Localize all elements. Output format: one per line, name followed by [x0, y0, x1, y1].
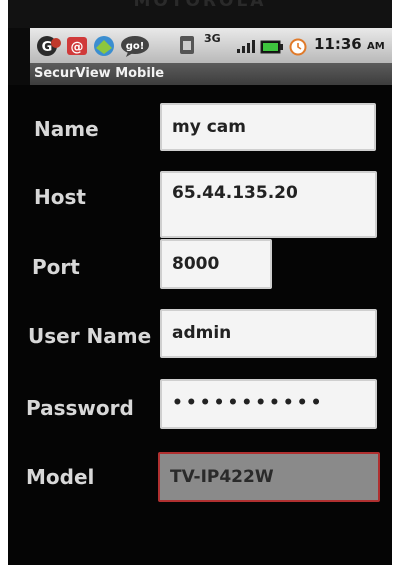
camera-settings-form: Name my cam Host 65.44.135.20 Port 8000 … — [8, 85, 392, 565]
device-brand: MOTOROLA — [133, 0, 267, 11]
port-field[interactable]: 8000 — [160, 239, 272, 289]
model-label: Model — [26, 465, 95, 489]
network-type: 3G — [204, 32, 221, 45]
model-select[interactable]: TV-IP422W — [158, 452, 380, 502]
host-field[interactable]: 65.44.135.20 — [160, 171, 377, 238]
market-icon — [92, 35, 116, 61]
port-label: Port — [32, 255, 80, 279]
talk-icon: go! — [120, 35, 150, 61]
sim-card-icon — [178, 35, 196, 59]
name-label: Name — [34, 117, 99, 141]
password-field[interactable]: ••••••••••• — [160, 379, 377, 429]
password-label: Password — [26, 396, 134, 420]
app-title: SecurView Mobile — [34, 66, 165, 81]
app-title-bar: SecurView Mobile — [30, 63, 392, 85]
phone-screen: MOTOROLA G @ go! 3G 11:36 AM SecurView M… — [8, 0, 392, 565]
status-bar[interactable]: G @ go! 3G 11:36 AM — [30, 28, 392, 63]
alarm-clock-icon — [288, 36, 308, 60]
username-label: User Name — [28, 324, 152, 348]
name-field[interactable]: my cam — [160, 103, 376, 151]
clock-time: 11:36 — [314, 35, 362, 53]
username-field[interactable]: admin — [160, 309, 377, 358]
clock: 11:36 AM — [314, 35, 385, 53]
gmail-icon: G — [36, 35, 62, 61]
device-bezel: MOTOROLA — [8, 0, 392, 28]
clock-ampm: AM — [366, 41, 385, 52]
signal-strength-icon — [236, 38, 256, 58]
battery-icon — [260, 39, 284, 58]
svg-text:G: G — [42, 40, 53, 55]
host-label: Host — [34, 185, 86, 209]
svg-text:go!: go! — [126, 41, 145, 52]
email-icon: @ — [66, 35, 88, 61]
svg-text:@: @ — [71, 40, 84, 55]
